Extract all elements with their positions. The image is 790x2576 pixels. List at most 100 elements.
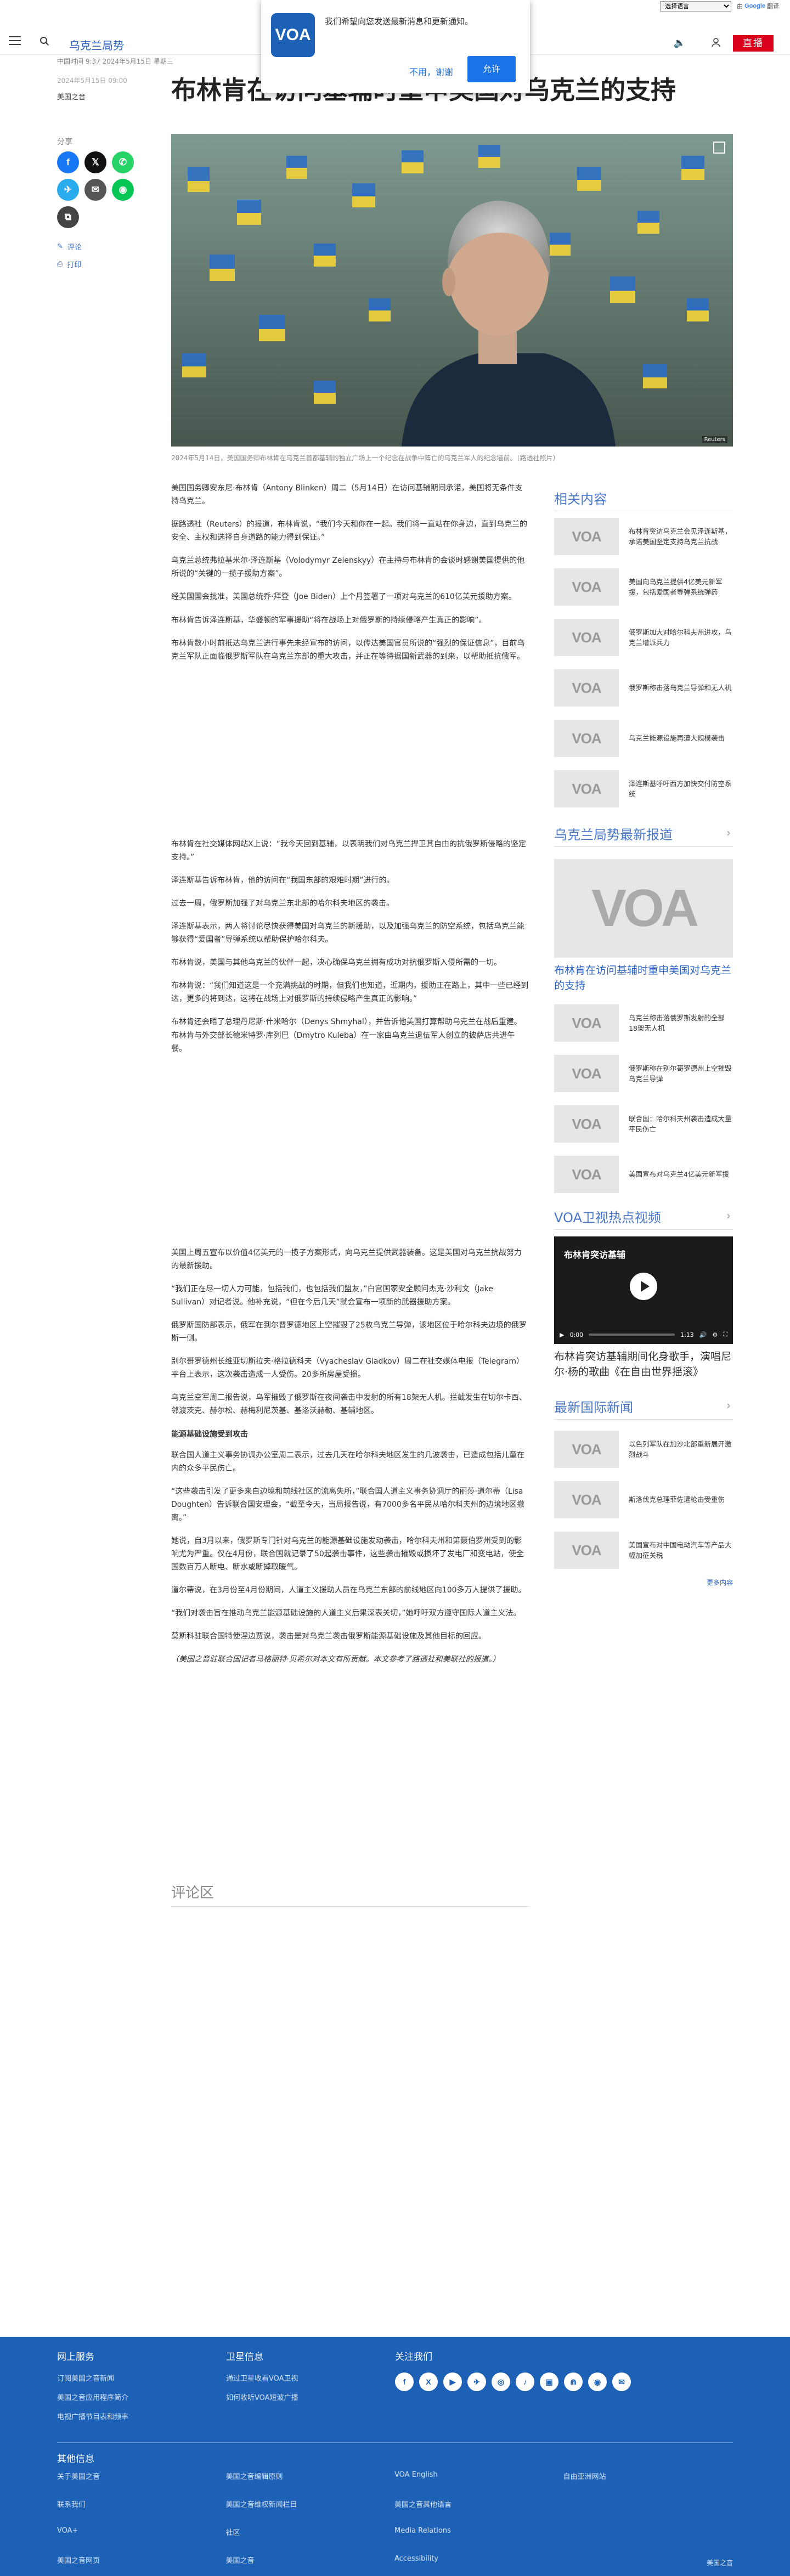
footer-link[interactable]: Media Relations [394, 2527, 563, 2537]
footer-link[interactable]: 通过卫星收看VOA卫视 [226, 2372, 298, 2383]
footer-link[interactable]: 自由亚洲网站 [563, 2471, 732, 2481]
video-player[interactable]: 布林肯突访基辅 ▶ 0:00 1:13 🔊 ⚙ ⛶ [554, 1236, 733, 1344]
search-icon[interactable] [40, 36, 49, 46]
hero-image[interactable]: Reuters [171, 134, 733, 447]
video-controls: ▶ 0:00 1:13 🔊 ⚙ ⛶ [554, 1325, 733, 1344]
settings-icon[interactable]: ⚙ [712, 1331, 718, 1338]
list-item[interactable]: VOA 联合国：哈尔科夫州袭击造成大量平民伤亡 [554, 1099, 733, 1149]
comments-link[interactable]: ✎ 评论 [57, 241, 82, 252]
fullscreen-icon[interactable] [713, 142, 725, 154]
footer-link[interactable]: 美国之音 [226, 2555, 395, 2565]
footer-heading: 网上服务 [57, 2352, 94, 2363]
list-item-title: 联合国：哈尔科夫州袭击造成大量平民伤亡 [629, 1114, 732, 1134]
footer-link[interactable]: 美国之音编辑原则 [226, 2471, 395, 2481]
list-item[interactable]: VOA 美国宣布对中国电动汽车等产品大幅加征关税 [554, 1525, 733, 1575]
list-item[interactable]: VOA 俄罗斯加大对哈尔科夫州进攻，乌克兰增派兵力 [554, 612, 733, 663]
rss-icon[interactable]: ◉ [588, 2372, 607, 2391]
tiktok-icon[interactable]: ♪ [516, 2372, 534, 2391]
facebook-icon[interactable]: f [57, 151, 79, 173]
footer-link[interactable]: 电视广播节目表和频率 [57, 2411, 128, 2421]
current-time: 0:00 [569, 1331, 584, 1338]
play-small-icon[interactable]: ▶ [560, 1331, 564, 1338]
footer-link[interactable]: 关于美国之音 [57, 2471, 226, 2481]
ukraine-big-headline[interactable]: 布林肯在访问基辅时重申美国对乌克兰的支持 [554, 963, 733, 993]
voa-thumbnail-icon: VOA [554, 1431, 619, 1468]
youtube-icon[interactable]: ▶ [443, 2372, 462, 2391]
list-item-title: 美国宣布对中国电动汽车等产品大幅加征关税 [629, 1540, 732, 1560]
podcast-icon[interactable]: ⋒ [564, 2372, 583, 2391]
list-item-title: 俄罗斯称在别尔哥罗德州上空摧毁乌克兰导弹 [629, 1064, 732, 1083]
email-icon[interactable]: ✉ [612, 2372, 631, 2391]
volume-icon[interactable]: 🔊 [699, 1331, 707, 1338]
article-paragraph: “这些袭击引发了更多来自边境和前线社区的流离失所，”联合国人道主义事务协调厅的丽… [171, 1487, 524, 1522]
footer-online: 网上服务 订阅美国之音新闻 美国之音应用程序简介 电视广播节目表和频率 [57, 2349, 128, 2430]
voa-placeholder-image[interactable]: VOA [554, 859, 733, 958]
share-buttons: f 𝕏 ✆ ✈ ✉ ◉ ⧉ [57, 151, 145, 228]
list-item[interactable]: VOA 俄罗斯称在别尔哥罗德州上空摧毁乌克兰导弹 [554, 1048, 733, 1099]
footer-link [563, 2499, 732, 2509]
publish-date: 2024年5月15日 09:00 [57, 77, 127, 84]
article-paragraph: 布林肯说：“我们知道这是一个充满挑战的时期，但我们也知道，近期内，援助正在路上，… [171, 981, 529, 1004]
menu-icon[interactable] [9, 36, 21, 45]
list-item-title: 布林肯突访乌克兰会见泽连斯基，承诺美国坚定支持乌克兰抗战 [629, 527, 732, 546]
comment-icon: ✎ [57, 242, 63, 251]
copy-link-icon[interactable]: ⧉ [57, 206, 79, 228]
footer-links-grid: 关于美国之音 美国之音编辑原则 VOA English 自由亚洲网站联系我们 美国之音维… [57, 2471, 732, 2574]
play-icon[interactable] [630, 1273, 657, 1300]
footer-link[interactable]: VOA English [394, 2471, 563, 2481]
list-item[interactable]: VOA 布林肯突访乌克兰会见泽连斯基，承诺美国坚定支持乌克兰抗战 [554, 511, 733, 562]
language-select[interactable]: 选择语言 [660, 1, 732, 12]
allow-button[interactable]: 允许 [467, 56, 516, 82]
telegram-icon[interactable]: ✈ [57, 179, 79, 201]
list-item[interactable]: VOA 乌克兰能源设施再遭大规模袭击 [554, 713, 733, 764]
list-item[interactable]: VOA 俄罗斯称击落乌克兰导弹和无人机 [554, 663, 733, 713]
x-twitter-icon[interactable]: 𝕏 [84, 151, 106, 173]
video-progress[interactable] [589, 1334, 675, 1336]
footer-link[interactable]: 联系我们 [57, 2499, 226, 2509]
list-item[interactable]: VOA 乌克兰称击落俄罗斯发射的全部18架无人机 [554, 998, 733, 1048]
print-link[interactable]: ⎙ 打印 [57, 259, 81, 269]
footer-link[interactable]: 美国之音维权新闻栏目 [226, 2499, 395, 2509]
list-item[interactable]: VOA 斯洛伐克总理菲佐遭枪击受重伤 [554, 1475, 733, 1525]
video-caption[interactable]: 布林肯突访基辅期间化身歌手，演唱尼尔·杨的歌曲《在自由世界摇滚》 [554, 1349, 733, 1380]
footer-link[interactable]: 美国之音网页 [57, 2555, 226, 2565]
more-link[interactable]: 更多内容 [554, 1578, 733, 1587]
footer-link[interactable]: 美国之音应用程序简介 [57, 2392, 128, 2402]
related-title: 相关内容 [554, 488, 733, 511]
google-translate-credit[interactable]: 由 Google 翻译 [737, 2, 779, 10]
intl-news-title[interactable]: 最新国际新闻 › [554, 1397, 733, 1420]
footer-link[interactable]: 美国之音其他语言 [394, 2499, 563, 2509]
decline-button[interactable]: 不用，谢谢 [409, 65, 453, 78]
list-item[interactable]: VOA 泽连斯基呼吁西方加快交付防空系统 [554, 764, 733, 814]
video-block-title[interactable]: VOA卫视热点视频 › [554, 1207, 733, 1230]
ukraine-latest-title[interactable]: 乌克兰局势最新报道 › [554, 824, 733, 847]
section-title[interactable]: 乌克兰局势 [69, 37, 124, 53]
facebook-icon[interactable]: f [395, 2372, 414, 2391]
list-item[interactable]: VOA 美国向乌克兰提供4亿美元新军援，包括爱国者导弹系统弹药 [554, 562, 733, 612]
rumble-icon[interactable]: ▣ [540, 2372, 558, 2391]
comments-title: 评论区 [171, 1882, 529, 1907]
footer-link[interactable]: Accessibility [394, 2555, 563, 2565]
article-paragraph: 联合国人道主义事务协调办公室周二表示，过去几天在哈尔科夫地区发生的几波袭击，已造… [171, 1450, 524, 1473]
footer-link[interactable]: 订阅美国之音新闻 [57, 2372, 128, 2383]
voa-thumbnail-icon: VOA [554, 669, 619, 707]
whatsapp-icon[interactable]: ✆ [112, 151, 134, 173]
instagram-icon[interactable]: ◎ [492, 2372, 510, 2391]
email-icon[interactable]: ✉ [84, 179, 106, 201]
footer-satellite: 卫星信息 通过卫星收看VOA卫视 如何收听VOA短波广播 [226, 2349, 298, 2411]
footer-link[interactable]: 如何收听VOA短波广播 [226, 2392, 298, 2402]
voa-thumbnail-icon: VOA [554, 1481, 619, 1518]
x-icon[interactable]: X [419, 2372, 438, 2391]
article-paragraph: 乌克兰空军周二报告说，乌军摧毁了俄罗斯在夜间袭击中发射的所有18架无人机。拦截发… [171, 1393, 527, 1416]
user-icon[interactable] [711, 37, 721, 47]
list-item[interactable]: VOA 美国宣布对乌克兰4亿美元新军援 [554, 1149, 733, 1200]
line-icon[interactable]: ◉ [112, 179, 134, 201]
list-item[interactable]: VOA 以色列军队在加沙北部重新展开激烈战斗 [554, 1424, 733, 1475]
telegram-icon[interactable]: ✈ [467, 2372, 486, 2391]
footer-link[interactable]: 社区 [226, 2527, 395, 2537]
speaker-icon[interactable]: 🔈 [674, 37, 686, 49]
fullscreen-video-icon[interactable]: ⛶ [723, 1331, 727, 1338]
live-button[interactable]: 直播 [733, 35, 774, 52]
voa-thumbnail-icon: VOA [554, 1156, 619, 1194]
footer-link[interactable]: VOA+ [57, 2527, 226, 2537]
